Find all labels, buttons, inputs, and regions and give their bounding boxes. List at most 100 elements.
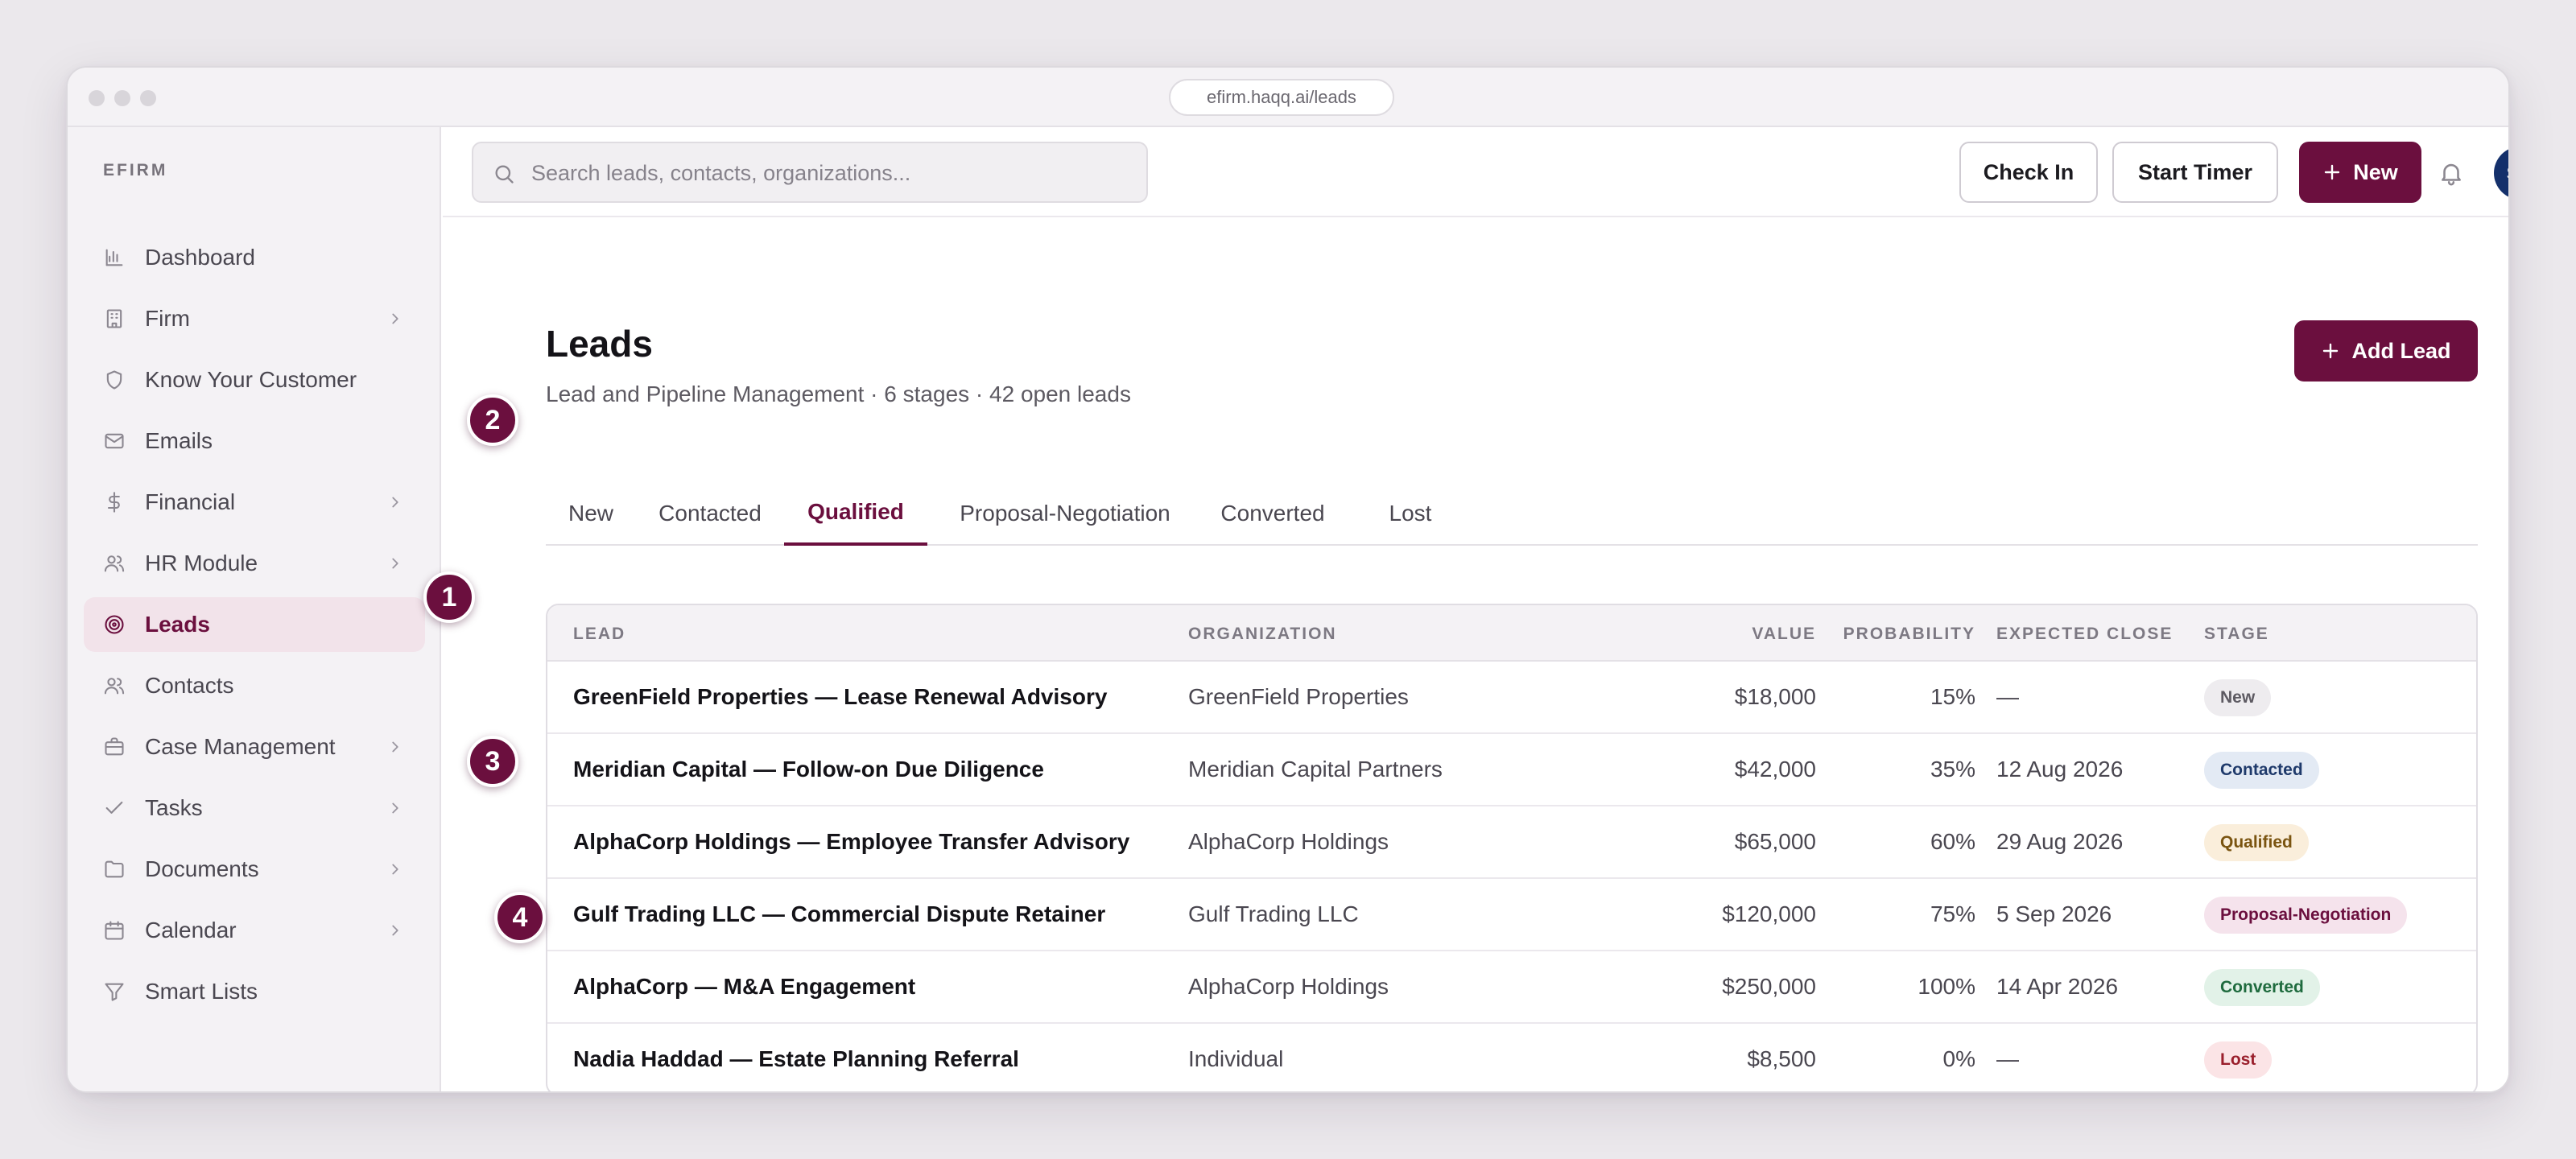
cell-lead[interactable]: Gulf Trading LLC — Commercial Dispute Re… <box>573 901 1105 927</box>
sidebar-item-firm[interactable]: Firm <box>84 291 425 346</box>
sidebar-item-dashboard[interactable]: Dashboard <box>84 230 425 285</box>
close-dot[interactable] <box>89 90 105 106</box>
step-marker-1: 1 <box>423 571 475 623</box>
cell-expected-close: — <box>1996 684 2019 709</box>
column-header-probability[interactable]: PROBABILITY <box>1843 625 1975 644</box>
step-marker-2: 2 <box>467 394 518 446</box>
tab-qualified[interactable]: Qualified <box>784 481 927 546</box>
column-header-organization[interactable]: ORGANIZATION <box>1188 625 1337 644</box>
table-row[interactable]: AlphaCorp Holdings — Employee Transfer A… <box>547 806 2476 879</box>
sidebar-item-case-management[interactable]: Case Management <box>84 720 425 774</box>
check-in-button[interactable]: Check In <box>1959 142 2098 203</box>
cell-organization: GreenField Properties <box>1188 684 1409 709</box>
new-button-label: New <box>2353 159 2398 184</box>
main-area: Search leads, contacts, organizations...… <box>443 127 2508 1091</box>
sidebar-item-label: Tasks <box>145 795 203 820</box>
sidebar-item-contacts[interactable]: Contacts <box>84 658 425 713</box>
chevron-right-icon <box>386 738 404 756</box>
sidebar-item-label: Financial <box>145 489 236 514</box>
cell-value: $18,000 <box>1734 684 1816 709</box>
stage-badge: Qualified <box>2204 824 2309 861</box>
page-title: Leads <box>546 323 653 365</box>
table-row[interactable]: Gulf Trading LLC — Commercial Dispute Re… <box>547 879 2476 951</box>
cell-lead[interactable]: AlphaCorp — M&A Engagement <box>573 974 915 1000</box>
shield-icon <box>103 369 126 391</box>
cell-organization: Individual <box>1188 1046 1284 1071</box>
tab-proposal-negotiation[interactable]: Proposal-Negotiation <box>948 481 1182 546</box>
sidebar-item-label: HR Module <box>145 551 258 575</box>
browser-titlebar: efirm.haqq.ai/leads <box>68 68 2508 127</box>
cell-probability: 75% <box>1930 901 1975 926</box>
sidebar: EFIRM Dashboard Firm Know Your Customer Ema… <box>68 127 441 1091</box>
search-icon <box>493 163 515 185</box>
start-timer-button[interactable]: Start Timer <box>2112 142 2278 203</box>
tab-contacted[interactable]: Contacted <box>636 481 784 546</box>
sidebar-item-label: Dashboard <box>145 245 255 270</box>
cell-organization: AlphaCorp Holdings <box>1188 829 1389 854</box>
cell-lead[interactable]: GreenField Properties — Lease Renewal Ad… <box>573 684 1107 710</box>
filter-icon <box>103 980 126 1003</box>
contacts-icon <box>103 674 126 697</box>
sidebar-item-label: Documents <box>145 856 259 881</box>
cell-expected-close: 14 Apr 2026 <box>1996 974 2119 999</box>
address-bar[interactable]: efirm.haqq.ai/leads <box>1169 79 1394 116</box>
table-row[interactable]: GreenField Properties — Lease Renewal Ad… <box>547 662 2476 734</box>
column-header-stage[interactable]: STAGE <box>2204 625 2269 644</box>
chevron-right-icon <box>386 555 404 572</box>
cell-organization: AlphaCorp Holdings <box>1188 974 1389 999</box>
cell-lead[interactable]: Nadia Haddad — Estate Planning Referral <box>573 1046 1019 1072</box>
search-input[interactable]: Search leads, contacts, organizations... <box>472 142 1148 203</box>
sidebar-item-calendar[interactable]: Calendar <box>84 903 425 958</box>
table-header: LEAD ORGANIZATION VALUE PROBABILITY EXPECTED… <box>547 605 2476 662</box>
stage-badge: Lost <box>2204 1041 2273 1079</box>
cell-probability: 15% <box>1930 684 1975 709</box>
chevron-right-icon <box>386 860 404 878</box>
cell-probability: 100% <box>1918 974 1975 999</box>
bell-icon[interactable] <box>2438 159 2465 187</box>
sidebar-item-tasks[interactable]: Tasks <box>84 781 425 835</box>
cell-value: $120,000 <box>1722 901 1816 926</box>
sidebar-item-smart-lists[interactable]: Smart Lists <box>84 964 425 1019</box>
avatar[interactable]: SM <box>2494 146 2508 200</box>
add-lead-button[interactable]: Add Lead <box>2294 320 2478 382</box>
search-placeholder: Search leads, contacts, organizations... <box>531 161 911 185</box>
sidebar-item-leads[interactable]: Leads <box>84 597 425 652</box>
target-icon <box>103 613 126 636</box>
table-row[interactable]: Nadia Haddad — Estate Planning Referral I… <box>547 1024 2476 1091</box>
column-header-value[interactable]: VALUE <box>1752 625 1816 644</box>
sidebar-item-emails[interactable]: Emails <box>84 414 425 468</box>
folder-icon <box>103 858 126 881</box>
sidebar-item-know-your-customer[interactable]: Know Your Customer <box>84 353 425 407</box>
brand-label: EFIRM <box>103 161 168 179</box>
sidebar-item-hr-module[interactable]: HR Module <box>84 536 425 591</box>
sidebar-item-label: Contacts <box>145 673 234 698</box>
window-controls <box>89 90 156 106</box>
stage-badge: Converted <box>2204 969 2320 1006</box>
add-lead-label: Add Lead <box>2351 338 2451 363</box>
cell-value: $65,000 <box>1734 829 1816 854</box>
sidebar-item-documents[interactable]: Documents <box>84 842 425 897</box>
sidebar-item-label: Know Your Customer <box>145 367 357 392</box>
maximize-dot[interactable] <box>140 90 156 106</box>
step-marker-4: 4 <box>494 892 546 943</box>
sidebar-item-financial[interactable]: Financial <box>84 475 425 530</box>
minimize-dot[interactable] <box>114 90 130 106</box>
tab-new[interactable]: New <box>546 481 636 546</box>
new-button[interactable]: New <box>2299 142 2421 203</box>
check-icon <box>103 797 126 819</box>
tab-lost[interactable]: Lost <box>1370 481 1451 546</box>
cell-organization: Meridian Capital Partners <box>1188 757 1443 782</box>
tab-converted[interactable]: Converted <box>1196 481 1349 546</box>
table-row[interactable]: Meridian Capital — Follow-on Due Diligen… <box>547 734 2476 806</box>
cell-organization: Gulf Trading LLC <box>1188 901 1359 926</box>
column-header-lead[interactable]: LEAD <box>573 625 625 644</box>
users-icon <box>103 552 126 575</box>
cell-expected-close: 12 Aug 2026 <box>1996 757 2124 782</box>
table-row[interactable]: AlphaCorp — M&A Engagement AlphaCorp Hold… <box>547 951 2476 1024</box>
cell-lead[interactable]: AlphaCorp Holdings — Employee Transfer A… <box>573 829 1129 855</box>
mail-icon <box>103 430 126 452</box>
plus-icon <box>2325 164 2340 180</box>
column-header-expected-close[interactable]: EXPECTED CLOSE <box>1996 625 2173 644</box>
cell-lead[interactable]: Meridian Capital — Follow-on Due Diligen… <box>573 757 1044 782</box>
sidebar-item-label: Calendar <box>145 918 237 942</box>
